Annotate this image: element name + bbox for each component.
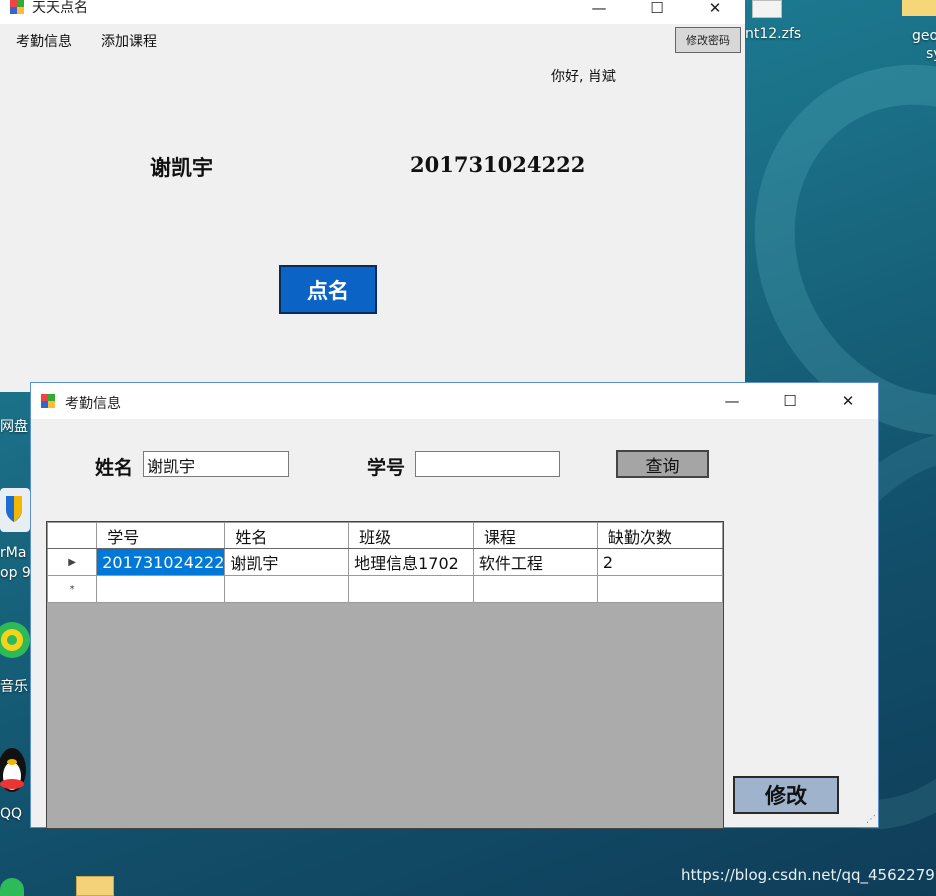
student-name-display: 谢凯宇 [150, 155, 213, 180]
change-password-button[interactable]: 修改密码 [675, 27, 741, 53]
resize-grip-icon[interactable]: ⋰ [866, 814, 876, 825]
attendance-grid[interactable]: 学号 姓名 班级 课程 缺勤次数 ▶ 201731024222 谢凯宇 地理信息… [46, 521, 724, 829]
desktop-folder-label[interactable]: geo [912, 28, 936, 44]
current-row-indicator-icon[interactable]: ▶ [47, 548, 98, 576]
music-app-icon[interactable] [0, 610, 30, 674]
table-cell[interactable] [596, 575, 723, 603]
attendance-window-title: 考勤信息 [65, 396, 121, 412]
column-header[interactable]: 学号 [96, 522, 226, 549]
file-icon[interactable] [752, 0, 782, 18]
wechat-icon[interactable] [0, 878, 24, 896]
desktop-qq-label[interactable]: QQ [0, 806, 22, 822]
table-cell[interactable] [472, 575, 598, 603]
column-header[interactable]: 课程 [472, 522, 598, 549]
table-row[interactable]: ▶ 201731024222 谢凯宇 地理信息1702 软件工程 2 [47, 548, 723, 576]
name-label: 姓名 [95, 457, 134, 479]
table-cell[interactable]: 谢凯宇 [224, 548, 350, 576]
id-label: 学号 [367, 457, 406, 479]
grid-header-row: 学号 姓名 班级 课程 缺勤次数 [47, 522, 723, 549]
column-header[interactable]: 班级 [348, 522, 474, 549]
attendance-window: 考勤信息 — ☐ ✕ 姓名 谢凯宇 学号 查询 学号 姓名 班级 课程 缺勤次数… [30, 382, 879, 829]
attendance-titlebar[interactable]: 考勤信息 — ☐ ✕ [31, 383, 878, 419]
desktop-folder-label-2: sy [926, 46, 936, 62]
qq-penguin-icon[interactable] [0, 738, 30, 802]
menubar: 考勤信息 添加课程 [0, 24, 745, 52]
edit-button[interactable]: 修改 [733, 776, 839, 814]
table-cell[interactable] [224, 575, 350, 603]
close-icon[interactable]: ✕ [819, 385, 877, 417]
watermark: https://blog.csdn.net/qq_45622797 [681, 866, 936, 884]
folder-icon[interactable] [902, 0, 936, 16]
folder-icon[interactable] [76, 876, 114, 896]
column-header[interactable]: 姓名 [224, 522, 350, 549]
table-cell[interactable]: 软件工程 [472, 548, 598, 576]
shield-app-icon[interactable] [0, 482, 30, 538]
main-window-title: 天天点名 [32, 0, 88, 16]
maximize-icon[interactable]: ☐ [761, 385, 819, 417]
maximize-icon[interactable]: ☐ [628, 0, 686, 24]
close-icon[interactable]: ✕ [686, 0, 744, 24]
menu-attendance-info[interactable]: 考勤信息 [16, 31, 72, 51]
student-id-display: 201731024222 [410, 152, 586, 177]
menu-add-course[interactable]: 添加课程 [101, 31, 157, 51]
minimize-icon[interactable]: — [570, 0, 628, 24]
app-icon [10, 0, 24, 14]
query-button[interactable]: 查询 [616, 450, 709, 478]
table-cell[interactable]: 地理信息1702 [348, 548, 474, 576]
grid-corner-cell[interactable] [47, 522, 98, 549]
main-titlebar[interactable]: 天天点名 — ☐ ✕ [0, 0, 745, 24]
desktop-file-label[interactable]: nt12.zfs [745, 26, 801, 42]
main-window: 天天点名 — ☐ ✕ 考勤信息 添加课程 修改密码 你好, 肖斌 谢凯宇 201… [0, 0, 745, 392]
minimize-icon[interactable]: — [703, 385, 761, 417]
column-header[interactable]: 缺勤次数 [596, 522, 723, 549]
desktop-app-label[interactable]: rMa [0, 545, 26, 561]
desktop-netdisk-label[interactable]: 网盘 [0, 416, 28, 436]
new-row-indicator-icon[interactable]: * [47, 575, 98, 603]
app-icon [41, 394, 55, 408]
desktop-music-label[interactable]: 音乐 [0, 676, 28, 696]
name-input[interactable]: 谢凯宇 [143, 451, 289, 477]
new-row[interactable]: * [47, 575, 723, 603]
greeting-text: 你好, 肖斌 [551, 69, 616, 85]
rollcall-button[interactable]: 点名 [279, 265, 377, 314]
id-input[interactable] [415, 451, 560, 477]
table-cell[interactable]: 2 [596, 548, 723, 576]
table-cell[interactable] [96, 575, 226, 603]
table-cell[interactable] [348, 575, 474, 603]
desktop-app-label-2: op 9 [0, 565, 31, 581]
table-cell[interactable]: 201731024222 [96, 548, 226, 576]
